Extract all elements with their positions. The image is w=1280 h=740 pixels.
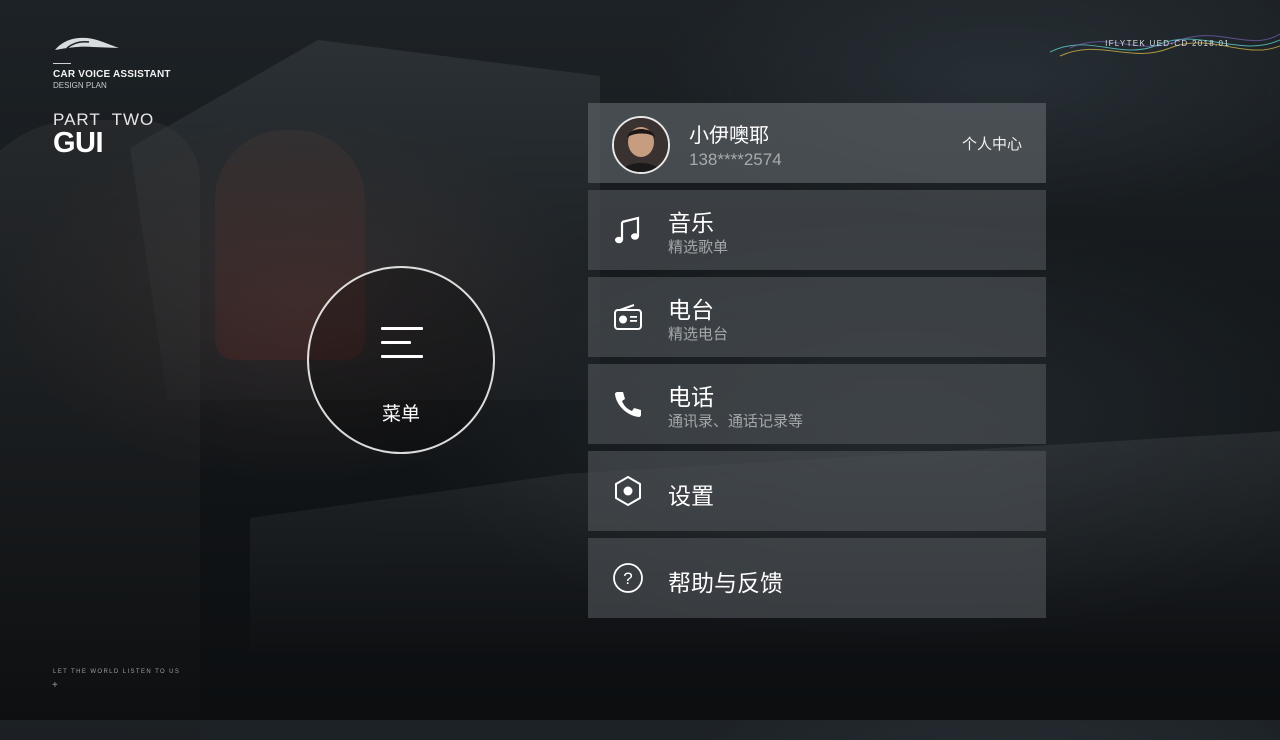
profile-phone: 138****2574 — [689, 150, 782, 169]
menu-item-settings[interactable]: 设置 — [588, 451, 1046, 531]
version-tag: IFLYTEK UED-CD 2018.01 — [1105, 39, 1230, 48]
menu-item-title: 音乐 — [668, 210, 714, 236]
background-car-seat — [0, 120, 200, 740]
music-note-icon — [612, 214, 644, 246]
help-question-icon: ? — [612, 562, 644, 594]
menu-button[interactable]: 菜单 — [307, 266, 495, 454]
menu-item-title: 电话 — [668, 384, 714, 410]
menu-item-help[interactable]: ? 帮助与反馈 — [588, 538, 1046, 618]
settings-hexagon-icon — [612, 475, 644, 507]
brand-subtitle: DESIGN PLAN — [53, 81, 107, 90]
svg-text:?: ? — [623, 569, 632, 588]
car-silhouette-icon — [55, 37, 119, 50]
menu-item-music[interactable]: 音乐 精选歌单 — [588, 190, 1046, 270]
hamburger-menu-icon — [381, 327, 423, 365]
brand-divider — [53, 63, 71, 64]
menu-list: 小伊噢耶 138****2574 个人中心 音乐 精选歌单 电台 精选电台 电话… — [588, 103, 1046, 625]
profile-name: 小伊噢耶 — [689, 125, 769, 147]
radio-icon — [612, 301, 644, 333]
menu-item-subtitle: 精选歌单 — [668, 239, 729, 256]
branding: CAR VOICE ASSISTANT DESIGN PLAN — [53, 34, 171, 91]
part-title: GUI — [53, 127, 104, 159]
phone-icon — [612, 388, 644, 420]
menu-item-subtitle: 通讯录、通话记录等 — [668, 413, 804, 430]
user-avatar — [612, 116, 670, 174]
profile-row[interactable]: 小伊噢耶 138****2574 个人中心 — [588, 103, 1046, 183]
menu-item-subtitle: 精选电台 — [668, 326, 729, 343]
menu-item-title: 设置 — [668, 483, 714, 509]
menu-item-radio[interactable]: 电台 精选电台 — [588, 277, 1046, 357]
personal-center-link[interactable]: 个人中心 — [962, 133, 1022, 154]
part-heading: PART TWO GUI — [53, 111, 154, 159]
brand-title: CAR VOICE ASSISTANT — [53, 69, 171, 80]
footer-plus: + — [52, 680, 58, 691]
menu-label: 菜单 — [381, 404, 420, 425]
menu-item-title: 电台 — [668, 297, 714, 323]
menu-item-title: 帮助与反馈 — [668, 570, 783, 596]
footer-slogan: LET THE WORLD LISTEN TO US — [53, 669, 181, 675]
menu-item-phone[interactable]: 电话 通讯录、通话记录等 — [588, 364, 1046, 444]
